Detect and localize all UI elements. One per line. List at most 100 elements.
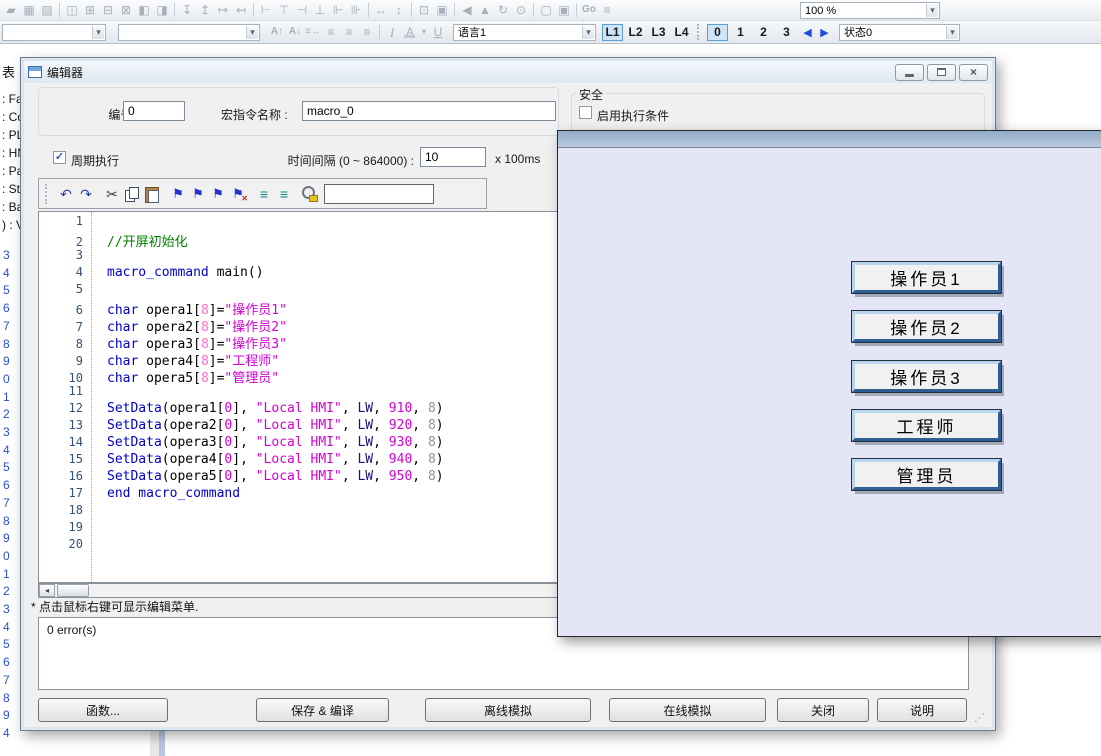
sidebar-window-number-fragment[interactable]: 6 xyxy=(3,478,10,492)
italic-icon[interactable]: I xyxy=(383,24,401,40)
sidebar-window-number-fragment[interactable]: 4 xyxy=(3,266,10,280)
same-size-icon[interactable]: ⊡ xyxy=(415,2,433,18)
copy-icon[interactable] xyxy=(122,184,142,204)
macro-id-input[interactable] xyxy=(123,101,185,121)
scroll-left-arrow-icon[interactable]: ◂ xyxy=(39,584,55,597)
preview-titlebar[interactable] xyxy=(558,131,1101,148)
sidebar-item-fragment[interactable]: ) : V xyxy=(2,218,20,232)
sidebar-window-number-fragment[interactable]: 7 xyxy=(3,319,10,333)
distribute-left-icon[interactable]: ↤ xyxy=(232,2,250,18)
sidebar-window-number-fragment[interactable]: 3 xyxy=(3,602,10,616)
align-text-right-icon[interactable]: ≡ xyxy=(358,24,376,40)
center-vertical-window-icon[interactable]: ⊠ xyxy=(117,2,135,18)
sidebar-window-number-fragment[interactable]: 0 xyxy=(3,549,10,563)
state-index-button-1[interactable]: 1 xyxy=(730,24,751,41)
toolbar-grip[interactable] xyxy=(45,184,50,204)
save-compile-button[interactable]: 保存 & 编译 xyxy=(256,698,389,722)
decrease-font-size-icon[interactable]: A↓ xyxy=(286,24,304,40)
attribute-combo[interactable]: ▾ xyxy=(118,24,260,41)
sidebar-window-number-fragment[interactable]: 9 xyxy=(3,531,10,545)
sidebar-window-number-fragment[interactable]: 9 xyxy=(3,708,10,722)
macro-name-input[interactable] xyxy=(302,101,556,121)
layer-button-l3[interactable]: L3 xyxy=(648,24,669,41)
sidebar-item-fragment[interactable]: : Fa xyxy=(2,92,20,106)
sidebar-window-number-fragment[interactable]: 0 xyxy=(3,372,10,386)
align-right-edges-icon[interactable]: ⊣ xyxy=(293,2,311,18)
sidebar-item-fragment[interactable]: : Pa xyxy=(2,164,20,178)
sidebar-window-number-fragment[interactable]: 1 xyxy=(3,567,10,581)
previous-state-arrow-icon[interactable]: ◀ xyxy=(799,26,816,39)
sidebar-window-number-fragment[interactable]: 4 xyxy=(3,726,10,740)
align-window-bottom-icon[interactable]: ◨ xyxy=(153,2,171,18)
sidebar-window-number-fragment[interactable]: 5 xyxy=(3,460,10,474)
center-horizontal-window-icon[interactable]: ⊞ xyxy=(81,2,99,18)
sidebar-window-number-fragment[interactable]: 8 xyxy=(3,337,10,351)
hmi-user-button-1[interactable]: 操作员1 xyxy=(852,262,1001,293)
chevron-down-icon[interactable]: ▾ xyxy=(246,26,258,39)
state-index-button-3[interactable]: 3 xyxy=(776,24,797,41)
fill-solid-icon[interactable]: ▰ xyxy=(2,2,20,18)
group-icon[interactable]: ▢ xyxy=(537,2,555,18)
align-text-center-icon[interactable]: ≡ xyxy=(340,24,358,40)
font-color-icon[interactable]: A xyxy=(401,24,419,40)
same-height-icon[interactable]: ↕ xyxy=(390,2,408,18)
fill-pattern-icon[interactable]: ▦ xyxy=(20,2,38,18)
sidebar-window-number-fragment[interactable]: 4 xyxy=(3,620,10,634)
layer-button-l4[interactable]: L4 xyxy=(671,24,692,41)
distribute-right-icon[interactable]: ↦ xyxy=(214,2,232,18)
increase-font-size-icon[interactable]: A↑ xyxy=(268,24,286,40)
distribute-down-icon[interactable]: ↧ xyxy=(178,2,196,18)
align-window-right-icon[interactable]: ◧ xyxy=(135,2,153,18)
sidebar-window-number-fragment[interactable]: 8 xyxy=(3,691,10,705)
sidebar-window-number-fragment[interactable]: 9 xyxy=(3,354,10,368)
layer-icon[interactable]: ≡ xyxy=(598,2,616,18)
chevron-down-icon[interactable]: ▾ xyxy=(926,4,938,17)
help-button[interactable]: 说明 xyxy=(877,698,967,722)
dialog-titlebar[interactable]: 编辑器 × xyxy=(24,61,992,83)
chevron-down-icon[interactable]: ▾ xyxy=(946,26,958,39)
sidebar-window-number-fragment[interactable]: 8 xyxy=(3,514,10,528)
sidebar-item-fragment[interactable]: : Ba xyxy=(2,200,20,214)
rotate-icon[interactable]: ↻ xyxy=(494,2,512,18)
align-bottom-edges-icon[interactable]: ⊪ xyxy=(347,2,365,18)
align-window-left-icon[interactable]: ◫ xyxy=(63,2,81,18)
undo-icon[interactable]: ↶ xyxy=(56,184,76,204)
nudge-icon[interactable]: ▣ xyxy=(433,2,451,18)
next-state-arrow-icon[interactable]: ▶ xyxy=(816,26,833,39)
sidebar-window-number-fragment[interactable]: 6 xyxy=(3,301,10,315)
sidebar-item-fragment[interactable]: : St xyxy=(2,182,20,196)
align-top-edges-icon[interactable]: ⊥ xyxy=(311,2,329,18)
flip-horizontal-icon[interactable]: ◀ xyxy=(458,2,476,18)
hmi-user-button-3[interactable]: 操作员3 xyxy=(852,361,1001,392)
layer-button-l2[interactable]: L2 xyxy=(625,24,646,41)
sidebar-tab-label[interactable]: 表 xyxy=(2,62,15,81)
paste-icon[interactable] xyxy=(142,184,162,204)
sidebar-window-number-fragment[interactable]: 7 xyxy=(3,496,10,510)
pin-icon[interactable]: ⊙ xyxy=(512,2,530,18)
online-simulation-button[interactable]: 在线模拟 xyxy=(609,698,766,722)
hmi-user-button-2[interactable]: 操作员2 xyxy=(852,311,1001,342)
align-text-left-icon[interactable]: ≡ xyxy=(322,24,340,40)
sidebar-window-number-fragment[interactable]: 1 xyxy=(3,390,10,404)
zoom-level-combo[interactable]: 100 % ▾ xyxy=(800,2,940,19)
functions-button[interactable]: 函数... xyxy=(38,698,168,722)
layer-button-l1[interactable]: L1 xyxy=(602,24,623,41)
minimize-button[interactable] xyxy=(895,64,924,81)
find-icon[interactable] xyxy=(300,184,320,204)
sidebar-window-number-fragment[interactable]: 6 xyxy=(3,655,10,669)
fill-shade-icon[interactable]: ▨ xyxy=(38,2,56,18)
hmi-user-button-4[interactable]: 工程师 xyxy=(852,410,1001,441)
language-combo[interactable]: 语言1 ▾ xyxy=(453,24,596,41)
sidebar-item-fragment[interactable]: : PL xyxy=(2,128,20,142)
text-wrap-icon[interactable]: ≡→ xyxy=(304,24,322,40)
sidebar-item-fragment[interactable]: : Co xyxy=(2,110,20,124)
resize-grip-icon[interactable]: ⋰ xyxy=(974,711,985,724)
interval-input[interactable] xyxy=(420,147,486,167)
state-index-button-2[interactable]: 2 xyxy=(753,24,774,41)
clear-bookmarks-icon[interactable]: ⚑ xyxy=(228,184,248,204)
font-color-chevron-icon[interactable]: ▾ xyxy=(419,24,429,40)
flip-vertical-icon[interactable]: ▲ xyxy=(476,2,494,18)
sidebar-item-fragment[interactable]: : HM xyxy=(2,146,20,160)
ungroup-icon[interactable]: ▣ xyxy=(555,2,573,18)
close-button[interactable]: 关闭 xyxy=(777,698,869,722)
